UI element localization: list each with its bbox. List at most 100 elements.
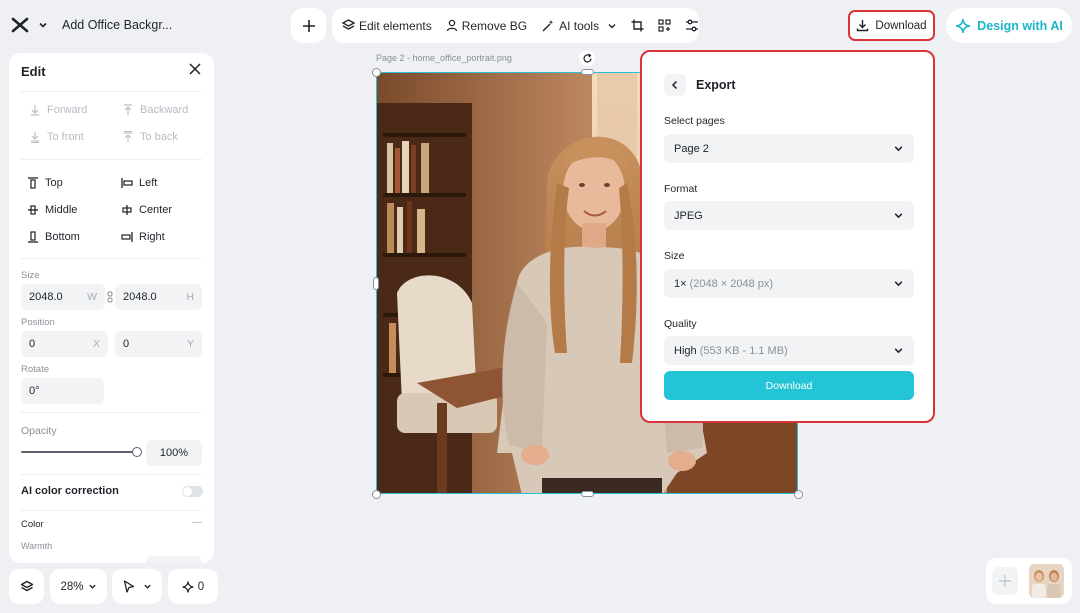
quality-value-group: High (553 KB - 1.1 MB) <box>674 345 788 357</box>
chevron-down-icon <box>894 146 903 152</box>
chevron-down-icon <box>88 584 96 589</box>
crop-button[interactable] <box>631 19 644 32</box>
export-title: Export <box>696 78 736 92</box>
rotate-handle[interactable] <box>579 50 595 66</box>
rotate-icon <box>582 53 592 62</box>
quality-detail: (553 KB - 1.1 MB) <box>699 344 788 357</box>
resize-handle-top[interactable] <box>581 69 594 75</box>
close-icon[interactable] <box>189 63 201 75</box>
plus-icon <box>302 19 315 32</box>
design-with-ai-label: Design with AI <box>977 18 1063 33</box>
height-field[interactable]: 2048.0 H <box>115 284 202 310</box>
align-left-label: Left <box>139 177 158 189</box>
edit-panel: Edit Forward Backward To front To back T… <box>9 53 214 563</box>
cursor-icon <box>123 580 134 593</box>
ai-color-correction-label: AI color correction <box>21 485 119 497</box>
align-right-button[interactable]: Right <box>121 231 165 243</box>
resize-handle-bottom-right[interactable] <box>794 490 803 499</box>
layers-button[interactable] <box>9 569 44 604</box>
forward-icon <box>31 105 39 116</box>
resize-handle-bottom-left[interactable] <box>372 490 381 499</box>
size-dropdown[interactable]: 1× (2048 × 2048 px) <box>664 269 914 298</box>
quality-label: Quality <box>664 318 697 330</box>
pointer-tool-select[interactable] <box>112 569 162 604</box>
quality-dropdown[interactable]: High (553 KB - 1.1 MB) <box>664 336 914 365</box>
divider <box>21 510 202 511</box>
chevron-down-icon <box>143 584 151 589</box>
height-suffix: H <box>186 291 194 303</box>
remove-bg-button[interactable]: Remove BG <box>446 19 527 33</box>
size-label: Size <box>664 250 685 262</box>
opacity-slider-thumb[interactable] <box>132 447 142 457</box>
align-bottom-button[interactable]: Bottom <box>27 231 80 243</box>
scan-icon <box>658 19 671 32</box>
forward-button[interactable]: Forward <box>29 104 87 116</box>
adjust-button[interactable] <box>685 19 699 32</box>
format-label: Format <box>664 183 698 195</box>
chevron-down-icon <box>608 23 616 28</box>
ai-credits-count: 0 <box>197 580 205 593</box>
warmth-label: Warmth <box>21 541 53 551</box>
resize-handle-bottom[interactable] <box>581 491 594 497</box>
chevron-down-icon <box>894 213 903 219</box>
resize-handle-left[interactable] <box>373 277 379 290</box>
align-center-label: Center <box>139 204 173 216</box>
align-bottom-icon <box>28 231 38 243</box>
width-field[interactable]: 2048.0 W <box>21 284 105 310</box>
divider <box>21 91 202 92</box>
align-middle-button[interactable]: Middle <box>27 204 77 216</box>
warmth-field[interactable] <box>146 556 202 563</box>
page-thumbnail[interactable] <box>1029 564 1064 598</box>
export-popup: Export Select pages Page 2 Format JPEG S… <box>640 50 935 423</box>
ai-tools-button[interactable]: AI tools <box>541 19 617 33</box>
select-pages-label: Select pages <box>664 115 725 127</box>
smart-select-button[interactable] <box>658 19 671 32</box>
ai-color-correction-toggle[interactable] <box>182 486 203 497</box>
download-button[interactable]: Download <box>848 10 935 41</box>
collapse-color-button[interactable]: — <box>192 517 202 528</box>
edit-elements-button[interactable]: Edit elements <box>342 19 432 33</box>
back-button[interactable] <box>664 74 686 96</box>
align-right-label: Right <box>139 231 165 243</box>
document-title[interactable]: Add Office Backgr... <box>62 18 172 32</box>
format-dropdown[interactable]: JPEG <box>664 201 914 230</box>
app-logo-icon[interactable] <box>10 16 30 34</box>
resize-handle-top-left[interactable] <box>372 68 381 77</box>
design-with-ai-button[interactable]: Design with AI <box>946 8 1072 43</box>
person-icon <box>446 19 457 32</box>
chevron-down-icon[interactable] <box>38 20 48 30</box>
to-back-button[interactable]: To back <box>122 131 178 143</box>
backward-button[interactable]: Backward <box>122 104 188 116</box>
add-button[interactable] <box>291 8 326 43</box>
zoom-select[interactable]: 28% <box>50 569 107 604</box>
rotate-field[interactable]: 0° <box>21 378 104 404</box>
opacity-field[interactable]: 100% <box>146 440 202 466</box>
edit-elements-label: Edit elements <box>359 18 432 33</box>
pages-strip <box>986 558 1072 604</box>
align-center-button[interactable]: Center <box>121 204 172 216</box>
layers-icon <box>342 19 355 30</box>
ai-sparkle-icon <box>956 18 971 33</box>
aspect-lock-icon[interactable] <box>107 291 113 303</box>
position-x-value: 0 <box>29 338 36 350</box>
to-front-button[interactable]: To front <box>29 131 84 143</box>
align-right-icon <box>121 232 133 242</box>
download-label: Download <box>875 19 927 32</box>
format-value: JPEG <box>674 209 703 222</box>
align-top-label: Top <box>45 177 63 189</box>
ai-credits-button[interactable]: 0 <box>168 569 218 604</box>
position-y-field[interactable]: 0 Y <box>115 331 202 357</box>
size-value-group: 1× (2048 × 2048 px) <box>674 278 773 290</box>
align-left-button[interactable]: Left <box>121 177 157 189</box>
add-page-button[interactable] <box>992 567 1018 595</box>
opacity-slider-track[interactable] <box>21 451 137 453</box>
chevron-down-icon <box>894 348 903 354</box>
export-download-button[interactable]: Download <box>664 371 914 400</box>
chevron-down-icon <box>894 281 903 287</box>
select-pages-dropdown[interactable]: Page 2 <box>664 134 914 163</box>
align-middle-label: Middle <box>45 204 78 216</box>
position-x-field[interactable]: 0 X <box>21 331 108 357</box>
align-top-button[interactable]: Top <box>27 177 63 189</box>
divider <box>21 474 202 475</box>
align-middle-icon <box>28 205 38 215</box>
